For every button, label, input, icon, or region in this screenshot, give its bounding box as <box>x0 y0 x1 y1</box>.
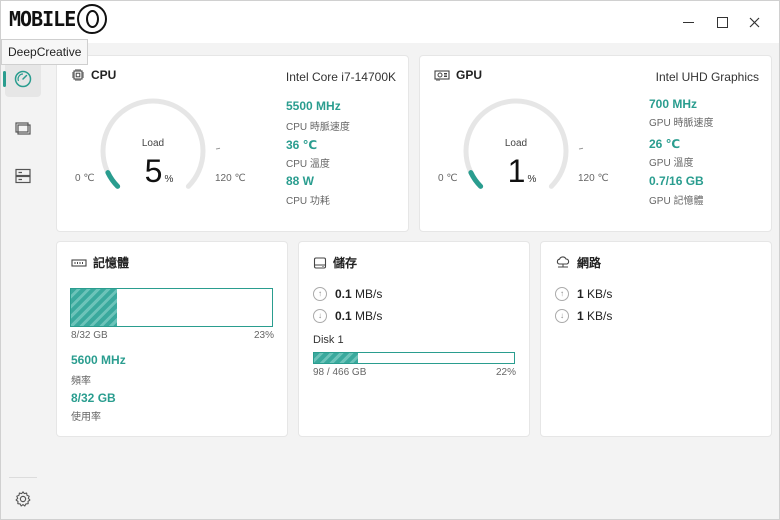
gpu-load-label: Load <box>505 138 527 149</box>
network-up-unit: KB/s <box>587 287 613 301</box>
arrow-down-icon: ↓ <box>313 309 327 323</box>
gpu-load-unit: % <box>527 174 536 185</box>
storage-read-unit: MB/s <box>355 287 383 301</box>
disk-usage-percent: 22% <box>495 367 516 378</box>
logo-mark-icon <box>77 4 108 34</box>
memory-usage-bar <box>70 288 273 327</box>
cpu-min-label: 0 ℃ <box>75 173 95 184</box>
disk-usage-fill <box>314 353 358 363</box>
arrow-down-icon: ↓ <box>555 309 569 323</box>
gpu-mem-value: 0.7/16 GB <box>649 174 704 188</box>
cpu-freq-label: CPU 時脈速度 <box>286 122 350 133</box>
storage-icon <box>15 168 31 184</box>
network-title: 網路 <box>577 256 602 270</box>
memory-used-value: 8/32 GB <box>71 391 116 405</box>
cpu-max-label: 120 ℃ <box>215 173 246 184</box>
storage-write-unit: MB/s <box>355 309 383 323</box>
settings-button[interactable] <box>5 481 41 517</box>
disk-usage-text: 98 / 466 GB <box>313 367 367 378</box>
minimize-button[interactable] <box>673 9 703 35</box>
cpu-load-readout: 5% <box>145 153 174 189</box>
gpu-mem-label: GPU 記憶體 <box>649 196 704 207</box>
sidebar-item-dashboard[interactable] <box>3 61 41 97</box>
network-cloud-icon <box>556 255 570 267</box>
network-up-value: 1 <box>577 287 584 301</box>
storage-write-value: 0.1 <box>335 309 352 323</box>
gpu-freq-value: 700 MHz <box>649 97 698 111</box>
memory-usage-fill <box>71 289 118 326</box>
cpu-power-label: CPU 功耗 <box>286 196 330 207</box>
gpu-min-label: 0 ℃ <box>438 173 458 184</box>
sidebar <box>1 43 47 519</box>
chip-icon <box>72 69 84 81</box>
cpu-title: CPU <box>91 68 117 82</box>
gpu-freq-label: GPU 時脈速度 <box>649 118 714 129</box>
arrow-up-icon: ↑ <box>555 287 569 301</box>
memory-usage-percent: 23% <box>253 330 274 341</box>
cpu-load-unit: % <box>164 174 173 185</box>
cpu-model: Intel Core i7-14700K <box>285 70 396 84</box>
network-down-value: 1 <box>577 309 584 323</box>
gpu-max-label: 120 ℃ <box>578 173 609 184</box>
storage-write-row: ↓ 0.1 MB/s <box>313 309 382 323</box>
cpu-load-value: 5 <box>145 153 163 189</box>
app-window: MOBILE DeepCreative CPU Intel Core i7-14… <box>0 0 780 520</box>
storage-title: 儲存 <box>333 256 358 270</box>
gpu-temp-label: GPU 溫度 <box>649 158 694 169</box>
memory-usage-text: 8/32 GB <box>71 330 108 341</box>
network-down-unit: KB/s <box>587 309 613 323</box>
tooltip: DeepCreative <box>1 39 89 65</box>
disk-name: Disk 1 <box>313 334 344 346</box>
gpu-card: GPU Intel UHD Graphics Load 1% 0 ℃ 120 ℃… <box>419 55 772 232</box>
storage-read-value: 0.1 <box>335 287 352 301</box>
memory-title: 記憶體 <box>93 256 130 270</box>
disk-usage-bar <box>313 352 515 364</box>
sidebar-divider <box>9 477 37 478</box>
maximize-button[interactable] <box>707 9 737 35</box>
storage-card: 儲存 ↑ 0.1 MB/s ↓ 0.1 MB/s Disk 1 98 / 466… <box>298 241 530 437</box>
storage-card-title: 儲存 <box>313 254 357 271</box>
close-icon <box>749 17 759 27</box>
gpu-temp-value: 26 ℃ <box>649 137 681 151</box>
cpu-temp-value: 36 ℃ <box>286 138 318 152</box>
gpu-model: Intel UHD Graphics <box>655 70 759 84</box>
logo-text: MOBILE <box>9 7 76 31</box>
graphics-card-icon <box>434 70 450 81</box>
logo: MOBILE <box>9 4 108 34</box>
cpu-power-value: 88 W <box>286 174 315 188</box>
memory-freq-label: 頻率 <box>71 376 91 387</box>
cpu-load-label: Load <box>142 138 164 149</box>
gear-icon <box>15 491 31 507</box>
memory-used-label: 使用率 <box>71 412 101 423</box>
title-bar: MOBILE <box>1 1 779 43</box>
maximize-icon <box>716 16 728 28</box>
cpu-card: CPU Intel Core i7-14700K Load 5% 0 ℃ 120… <box>56 55 409 232</box>
sidebar-item-monitor[interactable] <box>5 111 41 147</box>
memory-card: 記憶體 8/32 GB 23% 5600 MHz 頻率 8/32 GB 使用率 <box>56 241 288 437</box>
network-card: 網路 ↑ 1 KB/s ↓ 1 KB/s <box>540 241 772 437</box>
cpu-freq-value: 5500 MHz <box>286 99 341 113</box>
gpu-load-readout: 1% <box>508 153 537 189</box>
gpu-load-value: 1 <box>508 153 526 189</box>
gpu-card-title: GPU <box>434 68 482 82</box>
minimize-icon <box>682 21 694 23</box>
memory-freq-value: 5600 MHz <box>71 353 126 367</box>
memory-icon <box>71 258 87 267</box>
network-up-row: ↑ 1 KB/s <box>555 287 612 301</box>
dashboard-gauge-icon <box>14 70 32 88</box>
close-button[interactable] <box>739 9 769 35</box>
memory-card-title: 記憶體 <box>71 254 129 271</box>
gpu-title: GPU <box>456 68 483 82</box>
network-card-title: 網路 <box>555 254 601 271</box>
disk-icon <box>313 256 327 269</box>
storage-read-row: ↑ 0.1 MB/s <box>313 287 382 301</box>
arrow-up-icon: ↑ <box>313 287 327 301</box>
cpu-temp-label: CPU 溫度 <box>286 159 330 170</box>
cpu-card-title: CPU <box>71 68 116 82</box>
monitor-icon <box>15 122 31 135</box>
sidebar-item-storage[interactable] <box>5 158 41 194</box>
cpu-load-gauge: Load 5% <box>100 98 221 189</box>
network-down-row: ↓ 1 KB/s <box>555 309 612 323</box>
gpu-load-gauge: Load 1% <box>463 98 584 189</box>
